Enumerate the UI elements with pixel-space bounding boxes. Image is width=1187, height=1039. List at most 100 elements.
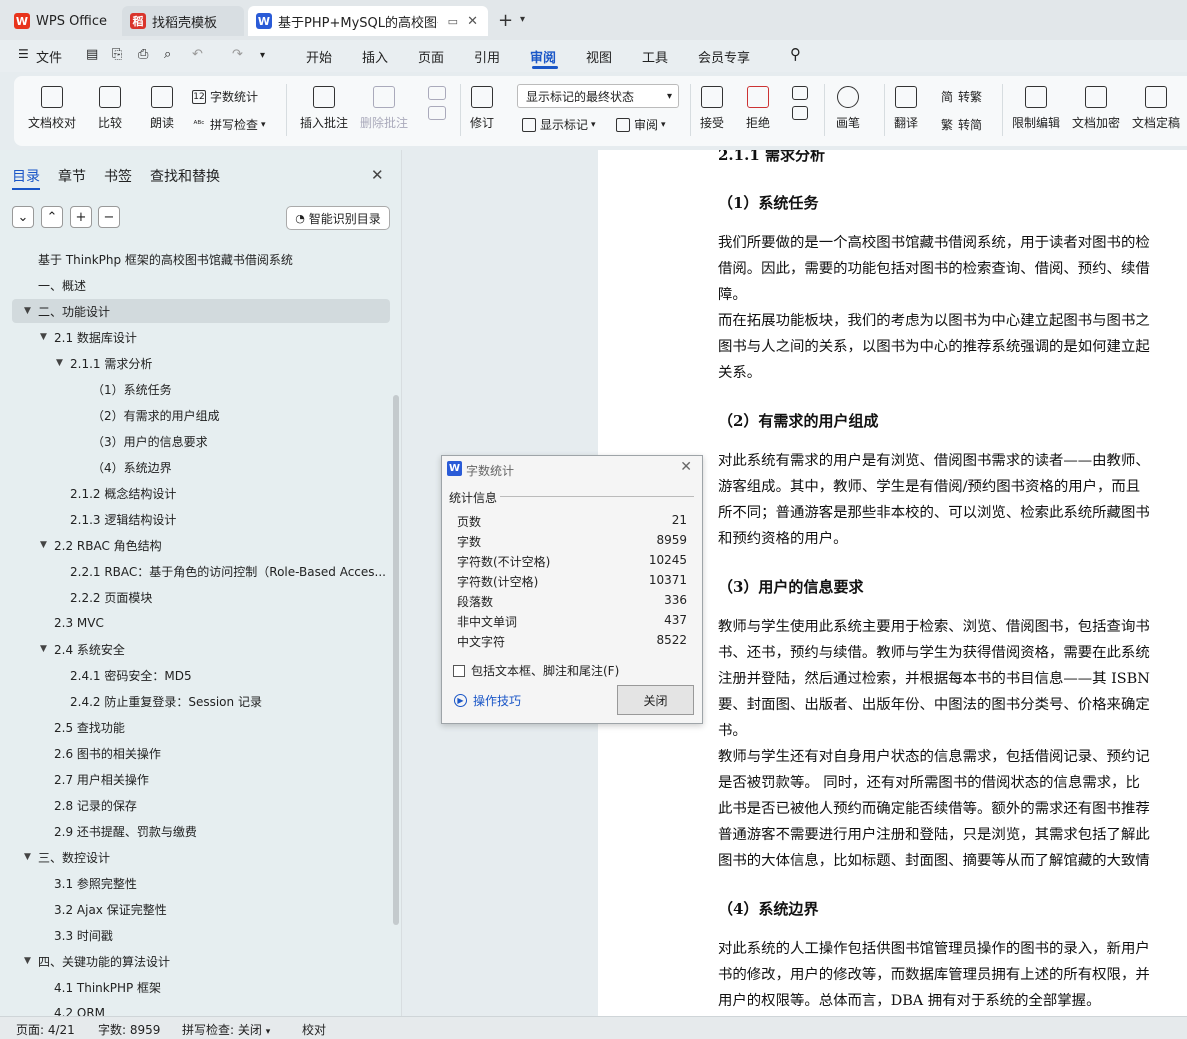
spell-check-status[interactable]: 拼写检查: 关闭 ▾ bbox=[182, 1021, 270, 1038]
reject-button[interactable]: 拒绝 bbox=[746, 86, 770, 131]
menu-reference[interactable]: 引用 bbox=[474, 47, 500, 66]
menu-file[interactable]: 文件 bbox=[36, 47, 62, 66]
expand-arrow-icon[interactable]: ▼ bbox=[40, 332, 47, 342]
revise-button[interactable]: 修订 bbox=[470, 86, 494, 131]
toc-item[interactable]: 2.3 MVC bbox=[0, 611, 392, 635]
toc-item[interactable]: 2.1.2 概念结构设计 bbox=[0, 481, 392, 505]
expand-arrow-icon[interactable]: ▼ bbox=[56, 358, 63, 368]
tab-wps-office[interactable]: W WPS Office bbox=[6, 6, 118, 36]
toc-item[interactable]: ▼ 三、数控设计 bbox=[0, 845, 392, 869]
tab-document[interactable]: W 基于PHP+MySQL的高校图书 ▭ ✕ bbox=[248, 6, 488, 36]
expand-up-button[interactable]: ⌃ bbox=[41, 206, 63, 228]
tab-chapter[interactable]: 章节 bbox=[58, 166, 86, 186]
proofread-status[interactable]: 校对 bbox=[302, 1021, 326, 1038]
include-footnotes-checkbox[interactable]: 包括文本框、脚注和尾注(F) bbox=[453, 662, 619, 679]
translate-button[interactable]: 翻译 bbox=[894, 86, 918, 131]
accept-button[interactable]: 接受 bbox=[700, 86, 724, 131]
toc-item[interactable]: 2.2.1 RBAC：基于角色的访问控制（Role-Based Acces... bbox=[0, 559, 392, 583]
menu-view[interactable]: 视图 bbox=[586, 47, 612, 66]
search-icon[interactable]: ⚲ bbox=[790, 45, 801, 63]
toc-item[interactable]: 3.2 Ajax 保证完整性 bbox=[0, 897, 392, 921]
toc-item[interactable]: 2.6 图书的相关操作 bbox=[0, 741, 392, 765]
toc-item[interactable]: 2.9 还书提醒、罚款与缴费 bbox=[0, 819, 392, 843]
toc-item[interactable]: 3.3 时间戳 bbox=[0, 923, 392, 947]
chevron-down-icon[interactable]: ▾ bbox=[520, 14, 525, 25]
close-button[interactable]: 关闭 bbox=[617, 685, 694, 715]
markup-state-select[interactable]: 显示标记的最终状态 ▾ bbox=[517, 84, 679, 108]
toc-item[interactable]: （3）用户的信息要求 bbox=[0, 429, 392, 453]
menu-member[interactable]: 会员专享 bbox=[698, 47, 750, 66]
toc-item[interactable]: （1）系统任务 bbox=[0, 377, 392, 401]
close-icon[interactable]: ✕ bbox=[680, 459, 692, 475]
menu-insert[interactable]: 插入 bbox=[362, 47, 388, 66]
undo-icon[interactable]: ↶ bbox=[192, 47, 203, 62]
toc-item[interactable]: ▼ 四、关键功能的算法设计 bbox=[0, 949, 392, 973]
menu-tools[interactable]: 工具 bbox=[642, 47, 668, 66]
change-nav-button[interactable] bbox=[792, 86, 808, 126]
close-icon[interactable]: ✕ bbox=[467, 14, 478, 29]
checkbox-icon[interactable] bbox=[453, 664, 465, 677]
expand-arrow-icon[interactable]: ▼ bbox=[40, 540, 47, 550]
pen-button[interactable]: 画笔 bbox=[836, 86, 860, 131]
toc-item[interactable]: ▼ 2.1 数据库设计 bbox=[0, 325, 392, 349]
save-icon[interactable]: ▤ bbox=[86, 47, 98, 62]
toc-item[interactable]: （4）系统边界 bbox=[0, 455, 392, 479]
collapse-all-button[interactable]: ⌄ bbox=[12, 206, 34, 228]
hamburger-icon[interactable]: ☰ bbox=[18, 47, 29, 61]
toc-scrollbar[interactable] bbox=[393, 395, 399, 925]
tab-docer[interactable]: 稻 找稻壳模板 bbox=[122, 6, 244, 36]
insert-comment-button[interactable]: 插入批注 bbox=[300, 86, 348, 131]
tips-link[interactable]: ▶ 操作技巧 bbox=[454, 692, 521, 709]
toc-item[interactable]: ▼ 2.1.1 需求分析 bbox=[0, 351, 392, 375]
toc-item[interactable]: ▼ 2.4 系统安全 bbox=[0, 637, 392, 661]
add-heading-button[interactable]: + bbox=[70, 206, 92, 228]
review-pane-button[interactable]: 审阅 ▾ bbox=[616, 116, 666, 133]
toc-item[interactable]: 2.7 用户相关操作 bbox=[0, 767, 392, 791]
toc-item[interactable]: 2.2.2 页面模块 bbox=[0, 585, 392, 609]
toc-item[interactable]: 2.5 查找功能 bbox=[0, 715, 392, 739]
redo-icon[interactable]: ↷ bbox=[232, 47, 243, 62]
expand-arrow-icon[interactable]: ▼ bbox=[24, 852, 31, 862]
chevron-down-icon[interactable]: ▾ bbox=[260, 50, 265, 61]
spell-check-button[interactable]: ᴬᴮᶜ 拼写检查 ▾ bbox=[192, 116, 265, 133]
tab-find-replace[interactable]: 查找和替换 bbox=[150, 166, 220, 186]
show-markup-button[interactable]: 显示标记 ▾ bbox=[522, 116, 596, 133]
to-traditional-button[interactable]: 简转繁 bbox=[940, 88, 982, 105]
to-simplified-button[interactable]: 繁转简 bbox=[940, 116, 982, 133]
toc-item[interactable]: 4.1 ThinkPHP 框架 bbox=[0, 975, 392, 999]
doc-check-button[interactable]: 文档校对 bbox=[28, 86, 76, 131]
expand-arrow-icon[interactable]: ▼ bbox=[40, 644, 47, 654]
toc-item[interactable]: 2.4.2 防止重复登录：Session 记录 bbox=[0, 689, 392, 713]
word-count-indicator[interactable]: 字数: 8959 bbox=[98, 1021, 160, 1038]
monitor-icon[interactable]: ▭ bbox=[448, 15, 458, 28]
delete-comment-button[interactable]: 删除批注 bbox=[360, 86, 408, 131]
smart-toc-button[interactable]: ◔ 智能识别目录 bbox=[286, 206, 390, 230]
tab-bookmark[interactable]: 书签 bbox=[104, 166, 132, 186]
new-tab-plus-icon[interactable]: + bbox=[498, 10, 513, 31]
toc-item[interactable]: 3.1 参照完整性 bbox=[0, 871, 392, 895]
expand-arrow-icon[interactable]: ▼ bbox=[24, 956, 31, 966]
toc-item[interactable]: ▼ 2.2 RBAC 角色结构 bbox=[0, 533, 392, 557]
read-aloud-button[interactable]: 朗读 bbox=[150, 86, 174, 131]
comment-nav-button[interactable] bbox=[428, 86, 446, 126]
toc-item[interactable]: ▼ 二、功能设计 bbox=[12, 299, 390, 323]
compare-button[interactable]: 比较 bbox=[98, 86, 122, 131]
toc-item[interactable]: 2.8 记录的保存 bbox=[0, 793, 392, 817]
print-preview-icon[interactable]: ⌕ bbox=[164, 47, 171, 62]
toc-item[interactable]: 2.1.3 逻辑结构设计 bbox=[0, 507, 392, 531]
encrypt-button[interactable]: 文档加密 bbox=[1072, 86, 1120, 131]
expand-arrow-icon[interactable]: ▼ bbox=[24, 306, 31, 316]
menu-start[interactable]: 开始 bbox=[306, 47, 332, 66]
menu-page[interactable]: 页面 bbox=[418, 47, 444, 66]
toc-item[interactable]: 基于 ThinkPhp 框架的高校图书馆藏书借阅系统 bbox=[0, 247, 392, 271]
toc-item[interactable]: 2.4.1 密码安全：MD5 bbox=[0, 663, 392, 687]
share-icon[interactable]: ⎘ bbox=[112, 47, 122, 62]
menu-review[interactable]: 审阅 bbox=[530, 47, 556, 66]
toc-item[interactable]: 一、概述 bbox=[0, 273, 392, 297]
restrict-edit-button[interactable]: 限制编辑 bbox=[1012, 86, 1060, 131]
tab-toc[interactable]: 目录 bbox=[12, 166, 40, 186]
print-icon[interactable]: ⎙ bbox=[138, 47, 148, 62]
toc-item[interactable]: （2）有需求的用户组成 bbox=[0, 403, 392, 427]
word-count-button[interactable]: 12 字数统计 bbox=[192, 88, 258, 105]
page-indicator[interactable]: 页面: 4/21 bbox=[16, 1021, 75, 1038]
